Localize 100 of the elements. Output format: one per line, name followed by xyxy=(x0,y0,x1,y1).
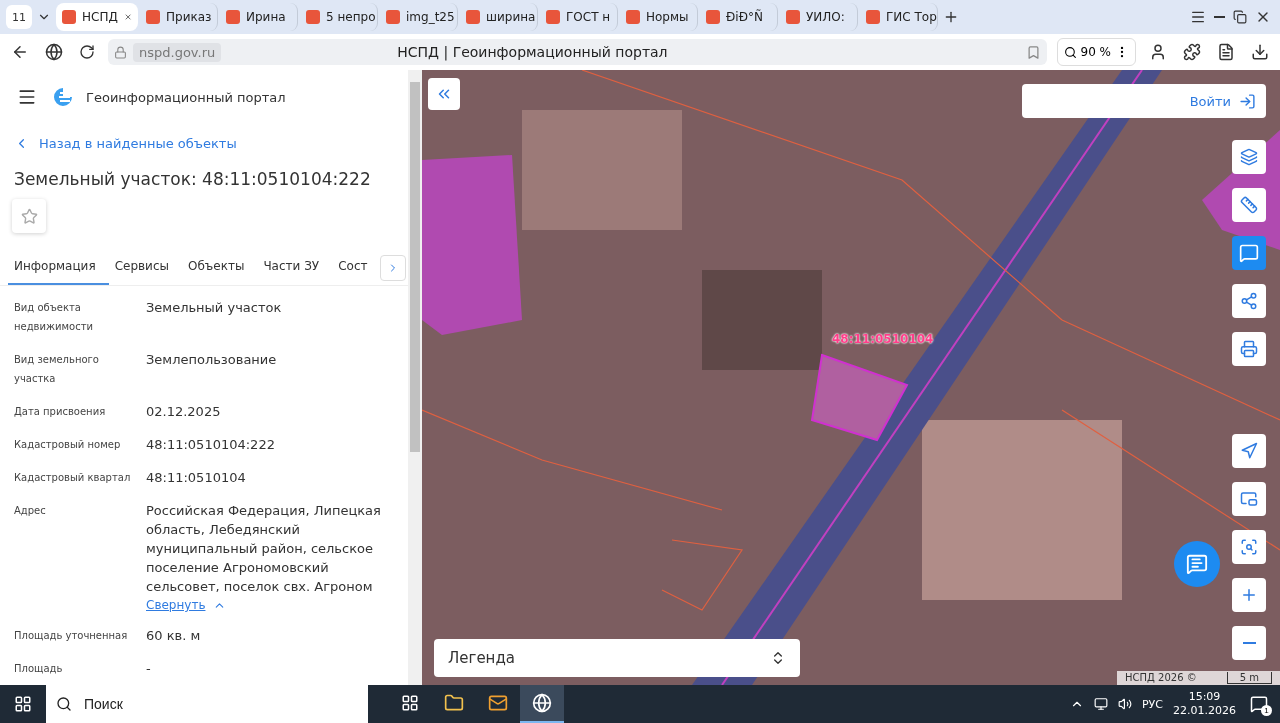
minimize-icon xyxy=(1214,16,1225,18)
taskbar-app-button[interactable] xyxy=(520,685,564,723)
login-icon xyxy=(1239,92,1256,110)
scale-bar: 5 m xyxy=(1226,672,1272,684)
favicon-icon xyxy=(62,10,76,24)
field-value: 48:11:0510104:222 xyxy=(146,436,276,454)
volume-icon[interactable] xyxy=(1118,697,1132,711)
reload-icon xyxy=(79,44,95,60)
scan-search-icon xyxy=(1240,538,1258,556)
ruler-icon xyxy=(1240,196,1258,214)
favicon-icon xyxy=(146,10,160,24)
scrollbar[interactable] xyxy=(408,70,422,685)
field-value: Землепользование xyxy=(146,351,278,369)
favicon-icon xyxy=(306,10,320,24)
browser-tab[interactable]: ГОСТ н xyxy=(540,3,618,31)
field-value: 48:11:0510104 xyxy=(146,469,247,487)
favicon-icon xyxy=(706,10,720,24)
parcel-label: 48:11:0510104 xyxy=(832,332,934,346)
field-value: Земельный участок xyxy=(146,299,283,317)
user-icon xyxy=(1149,43,1167,61)
notification-count: 1 xyxy=(1261,705,1272,716)
zoom-in-button[interactable] xyxy=(1232,578,1266,612)
network-icon[interactable] xyxy=(1094,697,1108,711)
locate-button[interactable] xyxy=(1232,434,1266,468)
field-value: Российская Федерация, Липецкая область, Лебедянский муниципальный район, сельское поселение Агрономовский сельсовет, поселок свх. Агроном xyxy=(146,502,382,596)
print-button[interactable] xyxy=(1232,332,1266,366)
field-value: 02.12.2025 xyxy=(146,403,222,421)
favicon-icon xyxy=(386,10,400,24)
info-tab[interactable]: Сост xyxy=(332,253,381,285)
zoom-out-button[interactable] xyxy=(1232,626,1266,660)
favicon-icon xyxy=(626,10,640,24)
globe-icon xyxy=(45,43,63,61)
puzzle-icon xyxy=(1183,43,1201,61)
field-value: - xyxy=(146,660,152,678)
browser-tab[interactable]: Приказ xyxy=(140,3,218,31)
ruler-button[interactable] xyxy=(1232,188,1266,222)
collapse-panel-button[interactable] xyxy=(428,78,460,110)
favicon-icon xyxy=(866,10,880,24)
login-button[interactable]: Войти xyxy=(1022,84,1266,118)
page-title: НСПД | Геоинформационный портал xyxy=(397,44,669,60)
share-button[interactable] xyxy=(1232,284,1266,318)
menu-icon xyxy=(17,87,37,107)
search-place-button[interactable] xyxy=(1232,530,1266,564)
search-icon xyxy=(1063,45,1077,59)
bookmark-icon[interactable] xyxy=(1025,44,1041,60)
favicon-icon xyxy=(466,10,480,24)
search-icon xyxy=(56,696,72,712)
browser-tab[interactable]: ГИС Тор xyxy=(860,3,938,31)
language-indicator[interactable]: РУС xyxy=(1142,697,1163,711)
browser-tab[interactable]: Нормы xyxy=(620,3,698,31)
minus-icon xyxy=(1242,642,1256,644)
browser-tab[interactable]: НСПД xyxy=(56,3,138,31)
info-tab[interactable]: Информация xyxy=(8,253,109,285)
plus-icon xyxy=(1240,586,1258,604)
speech-bubble-icon xyxy=(1239,243,1259,263)
zoom-level[interactable]: 90 % xyxy=(1080,45,1111,59)
task-view-icon xyxy=(401,694,419,712)
minimap-button[interactable] xyxy=(1232,482,1266,516)
close-icon[interactable] xyxy=(123,11,132,23)
field-label: Адрес xyxy=(14,504,47,518)
printer-icon xyxy=(1240,340,1258,358)
object-heading: Земельный участок: 48:11:0510104:222 xyxy=(14,169,372,189)
plus-icon xyxy=(943,9,959,25)
field-label: Дата присвоения xyxy=(14,405,107,419)
lock-icon xyxy=(114,45,127,59)
minimize-button[interactable] xyxy=(1211,13,1228,21)
favicon-icon xyxy=(786,10,800,24)
picture-in-picture-icon xyxy=(1240,490,1258,508)
browser-tab[interactable]: Ирина xyxy=(220,3,298,31)
legend-dropdown[interactable]: Легенда xyxy=(434,639,800,677)
info-tab[interactable]: Сервисы xyxy=(108,253,182,285)
layers-button[interactable] xyxy=(1232,140,1266,174)
mail-icon xyxy=(488,693,508,713)
field-label: Вид объекта недвижимости xyxy=(14,301,94,334)
field-label: Площадь xyxy=(14,662,64,676)
clock[interactable]: 15:09 22.01.2026 xyxy=(1173,690,1236,718)
share-icon xyxy=(1240,292,1258,310)
notification-icon xyxy=(1250,695,1268,713)
browser-tab[interactable]: ширина xyxy=(460,3,538,31)
notifications-button[interactable]: 1 xyxy=(1246,695,1272,713)
browser-tab[interactable]: img_t25 xyxy=(380,3,458,31)
back-link[interactable]: Назад в найденные объекты xyxy=(0,124,408,155)
taskbar-search-box[interactable]: Поиск xyxy=(46,685,368,723)
favicon-icon xyxy=(226,10,240,24)
navigation-arrow-icon xyxy=(1240,442,1258,460)
field-value: 60 кв. м xyxy=(146,627,202,645)
info-tab[interactable]: Объекты xyxy=(181,253,258,285)
browser-tab[interactable]: ĐiĐ°Ñ xyxy=(700,3,778,31)
collapse-link[interactable]: Свернуть xyxy=(146,598,394,612)
info-tab[interactable]: Части ЗУ xyxy=(257,253,333,285)
url-text: nspd.gov.ru xyxy=(133,42,222,62)
draw-button[interactable] xyxy=(1232,236,1266,270)
document-icon xyxy=(1217,43,1235,61)
browser-tab[interactable]: 5 непро xyxy=(300,3,378,31)
search-field[interactable]: Поиск xyxy=(82,695,286,713)
address-bar[interactable]: nspd.gov.ru НСПД | Геоинформационный портал xyxy=(108,39,1047,65)
attribution-text: НСПД 2026 © xyxy=(1125,672,1197,684)
browser-tab[interactable]: УИЛО: xyxy=(780,3,858,31)
menu-icon xyxy=(1190,9,1206,25)
download-icon xyxy=(1251,43,1269,61)
